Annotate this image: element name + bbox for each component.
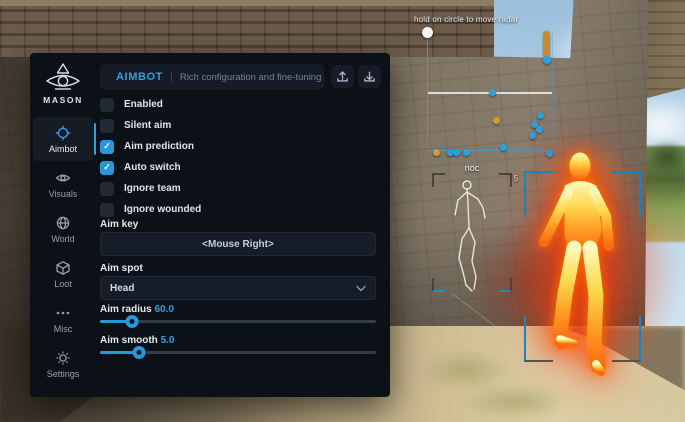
checkbox-label: Silent aim: [124, 120, 171, 131]
brand-name: MASON: [30, 95, 96, 105]
sidebar-item-aimbot[interactable]: Aimbot: [33, 117, 93, 161]
sidebar-item-visuals[interactable]: Visuals: [33, 162, 93, 206]
radar-dot: [433, 149, 440, 156]
cheat-menu-window: MASON Aimbot Visuals World: [30, 53, 390, 397]
checkbox[interactable]: ✓: [100, 203, 114, 217]
check-icon: ✓: [103, 163, 111, 172]
sidebar-item-misc[interactable]: Misc: [33, 297, 93, 341]
sidebar-item-label: World: [51, 234, 74, 244]
aim-smooth-label: Aim smooth 5.0: [100, 335, 174, 346]
aim-spot-label: Aim spot: [100, 263, 143, 274]
export-config-button[interactable]: [331, 65, 354, 88]
esp-marker-dot: [543, 56, 551, 64]
checkbox[interactable]: ✓: [100, 161, 114, 175]
sidebar-item-label: Loot: [54, 279, 72, 289]
radar-dot: [529, 132, 536, 139]
sidebar-item-world[interactable]: World: [33, 207, 93, 251]
upload-icon: [336, 70, 349, 83]
aim-spot-value: Head: [110, 283, 356, 294]
checkbox[interactable]: ✓: [100, 119, 114, 133]
bracket-corner: [612, 316, 641, 362]
bracket-corner: [612, 171, 641, 217]
skeleton-esp-box: noc 5: [432, 173, 512, 292]
aim-key-label: Aim key: [100, 219, 138, 230]
checkbox-ignore-wounded[interactable]: ✓ Ignore wounded: [100, 202, 201, 217]
radar-dot: [500, 144, 507, 151]
dots-icon: [55, 305, 71, 321]
radar-dot: [453, 149, 460, 156]
sidebar-item-label: Aimbot: [49, 144, 77, 154]
checkbox-label: Enabled: [124, 99, 163, 110]
sidebar-item-label: Settings: [47, 369, 80, 379]
radar-dot: [536, 126, 543, 133]
download-icon: [363, 70, 376, 83]
checkbox[interactable]: ✓: [100, 140, 114, 154]
aim-key-bind-button[interactable]: <Mouse Right>: [100, 232, 376, 256]
import-config-button[interactable]: [358, 65, 381, 88]
check-icon: ✓: [103, 142, 111, 151]
bracket-corner: [524, 171, 553, 217]
aim-key-value: <Mouse Right>: [202, 239, 274, 250]
checkbox-label: Auto switch: [124, 162, 181, 173]
checkbox-silent-aim[interactable]: ✓ Silent aim: [100, 118, 171, 133]
tab-header-bar: AIMBOT | Rich configuration and fine-tun…: [100, 64, 324, 90]
eye-icon: [55, 170, 71, 186]
aim-radius-value: 60.0: [154, 304, 173, 315]
aim-smooth-value: 5.0: [161, 335, 175, 346]
sidebar-item-loot[interactable]: Loot: [33, 252, 93, 296]
esp-player-name: noc: [432, 163, 512, 173]
esp-marker-bar: [543, 31, 550, 58]
sidebar-item-label: Misc: [54, 324, 73, 334]
radar-dot: [493, 117, 500, 124]
game-screen: hold on circle to move radar noc 5: [0, 0, 685, 422]
brand-logo: MASON: [30, 62, 96, 105]
slider-thumb[interactable]: [132, 346, 145, 359]
gear-icon: [55, 350, 71, 366]
page-title: AIMBOT: [116, 71, 163, 83]
aim-smooth-slider[interactable]: [100, 351, 376, 354]
slider-label-text: Aim smooth: [100, 335, 158, 346]
globe-icon: [55, 215, 71, 231]
bracket-corner: [524, 316, 553, 362]
checkbox[interactable]: ✓: [100, 98, 114, 112]
checkbox-label: Ignore team: [124, 183, 181, 194]
radar-dot: [537, 112, 544, 119]
slider-label-text: Aim radius: [100, 304, 152, 315]
cube-icon: [55, 260, 71, 276]
radar-dot: [463, 149, 470, 156]
radar-hint-text: hold on circle to move radar: [414, 15, 594, 24]
slider-thumb[interactable]: [125, 315, 138, 328]
checkbox-enabled[interactable]: ✓ Enabled: [100, 97, 163, 112]
header-divider: |: [170, 71, 173, 83]
header-subtitle: Rich configuration and fine-tuning: [180, 72, 322, 83]
checkbox-auto-switch[interactable]: ✓ Auto switch: [100, 160, 181, 175]
checkbox-label: Aim prediction: [124, 141, 194, 152]
brick-parapet: [0, 0, 494, 57]
checkbox-label: Ignore wounded: [124, 204, 201, 215]
checkbox-ignore-team[interactable]: ✓ Ignore team: [100, 181, 181, 196]
aim-radius-label: Aim radius 60.0: [100, 304, 174, 315]
radar[interactable]: hold on circle to move radar: [427, 33, 553, 151]
radar-dot: [489, 89, 496, 96]
mason-eye-logo: [42, 62, 84, 92]
sidebar: MASON Aimbot Visuals World: [30, 53, 96, 397]
aim-spot-select[interactable]: Head: [100, 276, 376, 300]
checkbox-aim-prediction[interactable]: ✓ Aim prediction: [100, 139, 194, 154]
sidebar-item-settings[interactable]: Settings: [33, 342, 93, 386]
crosshair-icon: [55, 125, 71, 141]
skeleton-esp: [432, 173, 512, 298]
checkbox[interactable]: ✓: [100, 182, 114, 196]
chevron-down-icon: [356, 285, 366, 292]
player-esp-bracket: [524, 171, 641, 362]
aim-radius-slider[interactable]: [100, 320, 376, 323]
esp-distance: 5: [514, 174, 518, 183]
radar-drag-handle[interactable]: [422, 27, 433, 38]
sidebar-item-label: Visuals: [49, 189, 78, 199]
